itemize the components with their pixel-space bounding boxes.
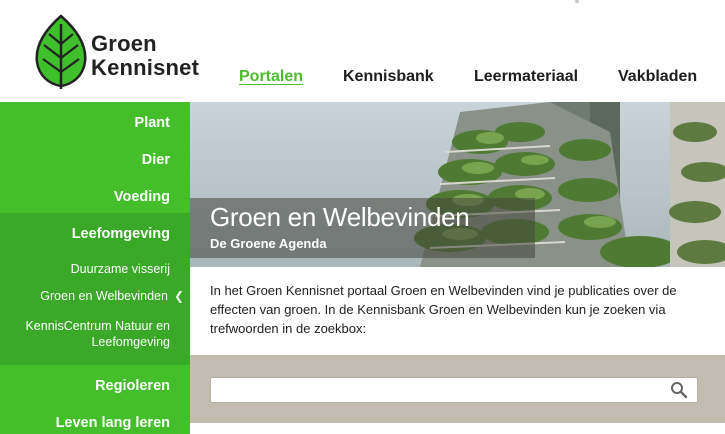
chevron-left-icon: ❮ (173, 289, 184, 303)
nav-kennisbank[interactable]: Kennisbank (343, 68, 434, 86)
search-bar (190, 355, 725, 423)
sidebar: Plant Dier Voeding Leefomgeving Duurzame… (0, 102, 190, 434)
nav-portalen[interactable]: Portalen (239, 68, 303, 86)
sidebar-item-regioleren[interactable]: Regioleren (0, 378, 190, 394)
sidebar-submenu: Leefomgeving Duurzame visserij Groen en … (0, 213, 190, 365)
search-button[interactable] (668, 381, 690, 399)
nav-vakbladen[interactable]: Vakbladen (618, 68, 697, 86)
sidebar-subitem-label: Groen en Welbevinden (40, 289, 168, 303)
page-subtitle: De Groene Agenda (210, 236, 327, 251)
sidebar-subitem-groen-en-welbevinden[interactable]: Groen en Welbevinden ❮ (0, 288, 190, 304)
hero-banner: Groen en Welbevinden De Groene Agenda (190, 102, 725, 267)
logo-line-1: Groen (91, 31, 157, 56)
top-bar-marker (575, 0, 579, 3)
page-title: Groen en Welbevinden (210, 202, 470, 232)
sidebar-subitem-label-line-1: KennisCentrum Natuur en (25, 319, 170, 333)
search-input[interactable] (210, 377, 698, 403)
sidebar-item-plant[interactable]: Plant (0, 115, 190, 131)
main-nav: Portalen Kennisbank Leermateriaal Vakbla… (0, 68, 725, 90)
sidebar-subitem-label-line-2: Leefomgeving (91, 335, 170, 349)
site-header: Groen Kennisnet Portalen Kennisbank Leer… (0, 0, 725, 102)
sidebar-item-voeding[interactable]: Voeding (0, 189, 190, 205)
intro-text: In het Groen Kennisnet portaal Groen en … (190, 267, 725, 355)
sidebar-item-leven-lang-leren[interactable]: Leven lang leren (0, 415, 190, 431)
sidebar-item-dier[interactable]: Dier (0, 152, 190, 168)
sidebar-subitem-kenniscentrum[interactable]: KennisCentrum Natuur en Leefomgeving (0, 318, 190, 350)
search-icon (671, 382, 688, 399)
sidebar-subitem-duurzame-visserij[interactable]: Duurzame visserij (0, 261, 190, 277)
sidebar-item-leefomgeving[interactable]: Leefomgeving (0, 226, 190, 242)
nav-leermateriaal[interactable]: Leermateriaal (474, 68, 578, 86)
